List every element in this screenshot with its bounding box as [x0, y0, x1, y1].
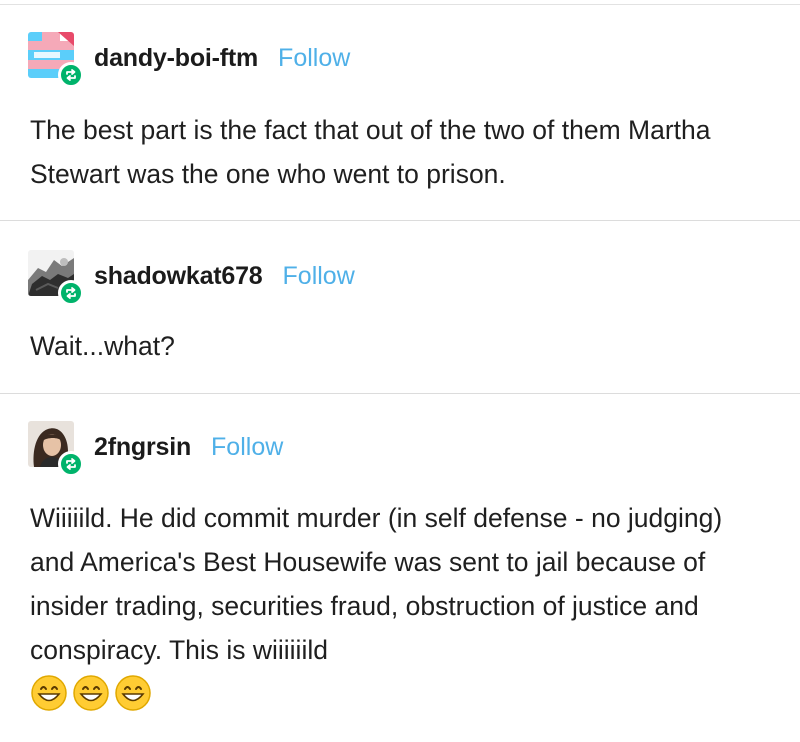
follow-button[interactable]: Follow — [211, 433, 283, 462]
username[interactable]: dandy-boi-ftm — [94, 44, 258, 73]
follow-button[interactable]: Follow — [278, 44, 350, 73]
reblog-icon — [58, 280, 84, 306]
post-text: Wait...what? — [30, 331, 175, 361]
avatar[interactable] — [28, 250, 84, 306]
reblog-icon — [58, 451, 84, 477]
username[interactable]: 2fngrsin — [94, 433, 191, 462]
post-divider — [0, 393, 800, 394]
grinning-face-emoji — [115, 675, 151, 711]
avatar[interactable] — [28, 421, 84, 477]
grinning-face-emoji — [73, 675, 109, 711]
reblog-icon — [58, 62, 84, 88]
avatar[interactable] — [28, 32, 84, 88]
post-text: The best part is the fact that out of th… — [30, 115, 711, 189]
username[interactable]: shadowkat678 — [94, 262, 263, 291]
post-header: dandy-boi-ftm Follow — [28, 32, 350, 88]
post-header: 2fngrsin Follow — [28, 421, 283, 477]
top-divider — [0, 4, 800, 5]
post-text: Wiiiiild. He did commit murder (in self … — [30, 503, 723, 665]
emoji-row — [30, 674, 152, 712]
post-divider — [0, 220, 800, 221]
grinning-face-emoji — [31, 675, 67, 711]
follow-button[interactable]: Follow — [283, 262, 355, 291]
post-header: shadowkat678 Follow — [28, 250, 355, 306]
